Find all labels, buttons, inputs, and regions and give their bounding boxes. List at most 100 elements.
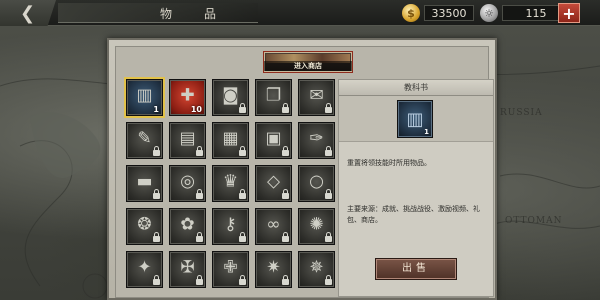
add-currency-button[interactable]: +	[558, 3, 580, 23]
lock-icon	[239, 103, 246, 113]
cross-medal-icon: ✠	[180, 257, 195, 278]
star-order-icon: ✷	[266, 257, 281, 278]
lock-icon	[325, 146, 332, 156]
document-stack-icon: ❐	[265, 85, 282, 106]
item-slot[interactable]: ▦	[212, 122, 249, 159]
plus-icon: +	[562, 3, 576, 23]
map-label-ottoman: OTTOMAN	[505, 216, 563, 226]
item-count: 10	[190, 105, 202, 114]
item-slot[interactable]: ✚ 10	[169, 79, 206, 116]
item-slot[interactable]: ♛	[212, 165, 249, 202]
item-slot[interactable]: ❂	[126, 208, 163, 245]
map-label-russia: RUSSIA	[500, 108, 543, 118]
item-slot[interactable]: ○	[298, 165, 335, 202]
title-plate	[58, 3, 258, 23]
item-slot[interactable]: ✦	[126, 251, 163, 288]
truck-icon: ▬	[136, 171, 153, 192]
letters-icon: ✉	[309, 85, 324, 106]
detail-glyph: ▥	[406, 108, 424, 130]
item-slot[interactable]: ✉	[298, 79, 335, 116]
item-slot[interactable]: ✎	[126, 122, 163, 159]
barrel-icon: ◙	[222, 85, 239, 106]
gold-amount: 33500	[424, 5, 474, 21]
item-slot[interactable]: ✷	[255, 251, 292, 288]
page-title: 物 品	[160, 7, 227, 21]
item-grid: ▥ 1 ✚ 10 ◙ ❐ ✉ ✎ ▤ ▦ ▣ ✑ ▬ ◎ ♛ ◇ ○ ❂ ✿ ⚷ ∞ ✺ ✦ ✠ ✙ ✷ ✵	[124, 77, 338, 288]
gold-coin-icon: $	[402, 4, 420, 22]
lock-icon	[196, 146, 203, 156]
eagle-medal-icon: ✵	[309, 257, 324, 278]
crown-icon: ♛	[222, 171, 239, 192]
lock-icon	[282, 189, 289, 199]
iron-cross-icon: ✙	[223, 257, 238, 278]
item-slot[interactable]: ◎	[169, 165, 206, 202]
bracelet-icon: ○	[309, 171, 324, 192]
wreath-icon: ✿	[180, 214, 195, 235]
lock-icon	[153, 189, 160, 199]
lock-icon	[153, 146, 160, 156]
item-slot[interactable]: ❐	[255, 79, 292, 116]
lock-icon	[196, 232, 203, 242]
newspaper-icon: ▤	[179, 128, 196, 149]
medal-badge-icon: ✚	[180, 85, 195, 106]
back-arrow-icon: ❮	[20, 2, 36, 24]
brooch-icon: ❂	[137, 214, 152, 235]
lock-icon	[325, 232, 332, 242]
lock-icon	[196, 275, 203, 285]
lock-icon	[239, 146, 246, 156]
lock-icon	[282, 232, 289, 242]
inventory-panel: 进入商店 ▥ 1 ✚ 10 ◙ ❐ ✉ ✎ ▤ ▦ ▣ ✑ ▬ ◎ ♛ ◇ ○ ❂ ✿ ⚷ ∞ ✺ ✦ ✠ ✙ ✷ ✵ 教科书 ▥ …	[107, 38, 497, 300]
lock-icon	[282, 146, 289, 156]
paper-scroll-icon: ✎	[137, 128, 152, 149]
key-icon: ⚷	[224, 214, 237, 235]
gear-medal-icon: ✺	[309, 214, 324, 235]
item-detail-title: 教科书	[339, 80, 493, 96]
book-icon: ▥ 1	[397, 100, 433, 138]
item-slot[interactable]: ✵	[298, 251, 335, 288]
necklace-icon: ◇	[266, 171, 281, 192]
ring-icon: ◎	[180, 171, 195, 192]
inventory-panel-inner: 进入商店 ▥ 1 ✚ 10 ◙ ❐ ✉ ✎ ▤ ▦ ▣ ✑ ▬ ◎ ♛ ◇ ○ ❂ ✿ ⚷ ∞ ✺ ✦ ✠ ✙ ✷ ✵ 教科书 ▥ …	[115, 46, 494, 298]
lock-icon	[239, 189, 246, 199]
star-medal-icon: ✦	[137, 257, 152, 278]
gold-currency: $ 33500	[402, 4, 474, 22]
scroll-icon: ✑	[309, 128, 324, 149]
item-slot[interactable]: ✺	[298, 208, 335, 245]
lock-icon	[239, 275, 246, 285]
item-slot[interactable]: ✑	[298, 122, 335, 159]
lock-icon	[282, 275, 289, 285]
lock-icon	[153, 275, 160, 285]
item-slot[interactable]: ◇	[255, 165, 292, 202]
top-bar: ❮ 物 品 $ 33500 ☼ 115 +	[0, 0, 600, 26]
back-button[interactable]: ❮	[0, 0, 56, 26]
lock-icon	[325, 103, 332, 113]
item-slot[interactable]: ✿	[169, 208, 206, 245]
item-slot[interactable]: ✠	[169, 251, 206, 288]
lock-icon	[282, 103, 289, 113]
lock-icon	[239, 232, 246, 242]
lock-icon	[325, 275, 332, 285]
item-detail-panel: 教科书 ▥ 1 重置将领技能时所用物品。 主要来源：成就、挑战战役、激励视频、礼…	[338, 79, 494, 297]
item-slot[interactable]: ∞	[255, 208, 292, 245]
item-slot[interactable]: ◙	[212, 79, 249, 116]
lock-icon	[196, 189, 203, 199]
item-slot[interactable]: ✙	[212, 251, 249, 288]
detail-count: 1	[424, 128, 429, 136]
item-slot[interactable]: ▥ 1	[124, 77, 165, 118]
item-slot[interactable]: ▤	[169, 122, 206, 159]
enter-shop-button[interactable]: 进入商店	[263, 51, 353, 73]
item-source: 主要来源：成就、挑战战役、激励视频、礼包、商店。	[347, 205, 480, 224]
pearl-chain-icon: ∞	[266, 214, 281, 235]
item-slot[interactable]: ▣	[255, 122, 292, 159]
silver-coin-icon: ☼	[480, 4, 498, 22]
book-icon: ▥	[136, 85, 153, 106]
item-detail-iconbox: ▥ 1	[339, 96, 493, 142]
lock-icon	[325, 189, 332, 199]
orders-paper-icon: ▦	[222, 128, 239, 149]
folder-icon: ▣	[265, 128, 282, 149]
item-slot[interactable]: ⚷	[212, 208, 249, 245]
silver-currency: ☼ 115	[480, 4, 570, 22]
item-description: 重置将领技能时所用物品。	[347, 159, 431, 167]
item-slot[interactable]: ▬	[126, 165, 163, 202]
sell-button[interactable]: 出售	[375, 258, 457, 280]
